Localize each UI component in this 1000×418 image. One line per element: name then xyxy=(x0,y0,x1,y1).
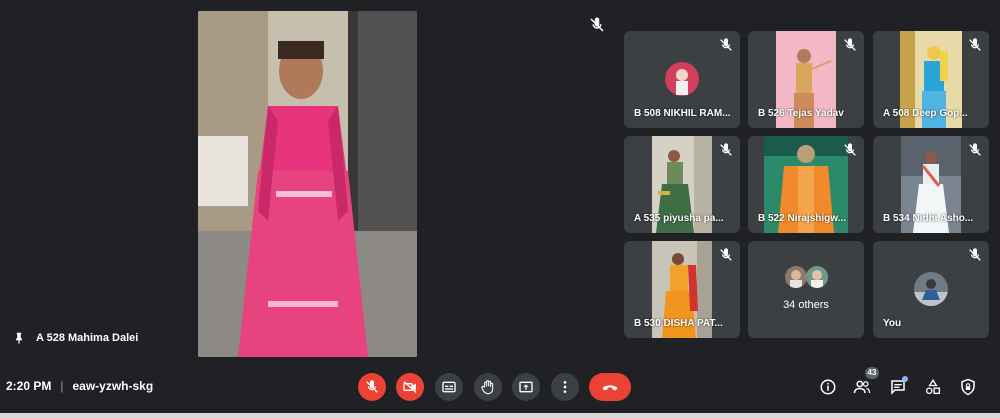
mic-off-icon xyxy=(844,38,856,51)
mic-off-icon xyxy=(720,143,732,156)
self-tile[interactable]: You xyxy=(873,241,989,338)
participant-tile[interactable]: A 535 piyusha pa... xyxy=(624,136,740,233)
participant-tile[interactable]: B 522 Nirajshigw... xyxy=(748,136,864,233)
control-bar: 2:20 PM | eaw-yzwh-skg 43 xyxy=(0,364,1000,410)
info-icon xyxy=(820,379,836,395)
presenter-video-frame xyxy=(198,11,417,357)
camera-button[interactable] xyxy=(396,373,424,401)
present-button[interactable] xyxy=(512,373,540,401)
leave-call-button[interactable] xyxy=(589,373,631,401)
people-button[interactable] xyxy=(852,377,872,397)
mic-off-icon xyxy=(720,38,732,51)
mic-off-icon xyxy=(969,38,981,51)
others-count: 34 others xyxy=(783,299,829,311)
meeting-time: 2:20 PM xyxy=(6,379,52,393)
participant-tile[interactable]: A 508 Deep Gop... xyxy=(873,31,989,128)
avatar xyxy=(806,266,828,288)
participant-name: A 508 Deep Gop... xyxy=(883,108,968,119)
microphone-button[interactable] xyxy=(358,373,386,401)
participant-name: You xyxy=(883,318,902,329)
others-tile[interactable]: 34 others xyxy=(748,241,864,338)
participant-tile[interactable]: B 530 DISHA PAT... xyxy=(624,241,740,338)
mic-off-icon xyxy=(969,248,981,261)
raise-hand-button[interactable] xyxy=(474,373,502,401)
meeting-info: 2:20 PM | eaw-yzwh-skg xyxy=(6,379,153,393)
presenter-mic-off-icon xyxy=(590,17,604,32)
participant-name: B 530 DISHA PAT... xyxy=(634,318,723,329)
participant-name: B 526 Tejas Yadav xyxy=(758,108,844,119)
avatar xyxy=(785,266,807,288)
mic-off-icon xyxy=(720,248,732,261)
presenter-name: A 528 Mahima Dalei xyxy=(36,332,139,344)
participant-name: B 534 Nidhi Asho... xyxy=(883,213,974,224)
chat-notification-dot xyxy=(902,376,908,382)
meeting-details-button[interactable] xyxy=(818,377,838,397)
more-vert-icon xyxy=(563,381,567,393)
meeting-code[interactable]: eaw-yzwh-skg xyxy=(72,379,153,393)
people-icon xyxy=(853,380,871,394)
participant-name: A 535 piyusha pa... xyxy=(634,213,724,224)
people-count-badge: 43 xyxy=(865,367,879,379)
pin-icon[interactable] xyxy=(12,331,26,345)
activities-button[interactable] xyxy=(923,377,943,397)
host-controls-button[interactable] xyxy=(958,377,978,397)
hang-up-icon xyxy=(602,385,618,391)
presenter-label: A 528 Mahima Dalei xyxy=(12,331,138,345)
main-video[interactable] xyxy=(198,11,417,357)
activities-icon xyxy=(925,379,941,395)
participant-tile[interactable]: B 526 Tejas Yadav xyxy=(748,31,864,128)
mic-off-icon xyxy=(366,380,378,393)
more-options-button[interactable] xyxy=(551,373,579,401)
participant-tile[interactable]: B 508 NIKHIL RAM... xyxy=(624,31,740,128)
mic-off-icon xyxy=(969,143,981,156)
shield-lock-icon xyxy=(961,378,975,396)
closed-captions-icon xyxy=(442,381,456,393)
avatar xyxy=(914,272,948,306)
meeting-separator: | xyxy=(60,379,64,393)
hand-icon xyxy=(481,380,494,395)
participant-name: B 522 Nirajshigw... xyxy=(758,213,846,224)
mic-off-icon xyxy=(844,143,856,156)
taskbar-edge xyxy=(0,413,1000,418)
participant-tile[interactable]: B 534 Nidhi Asho... xyxy=(873,136,989,233)
camera-off-icon xyxy=(403,381,417,393)
captions-button[interactable] xyxy=(435,373,463,401)
participant-name: B 508 NIKHIL RAM... xyxy=(634,108,731,119)
present-screen-icon xyxy=(519,381,533,393)
avatar xyxy=(665,62,699,96)
